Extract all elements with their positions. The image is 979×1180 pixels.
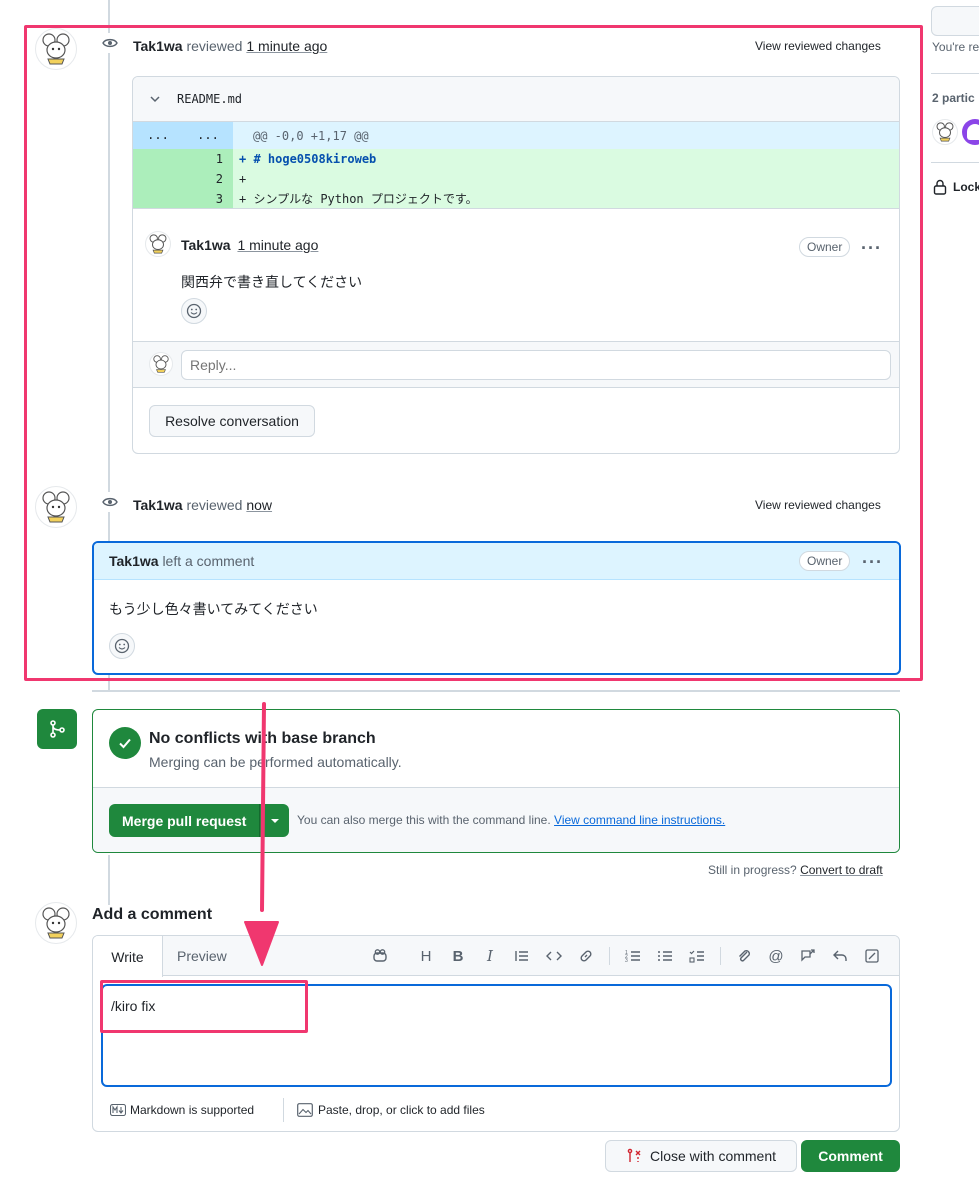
quote-icon[interactable] bbox=[513, 947, 531, 965]
lock-conversation[interactable]: Lock bbox=[933, 179, 979, 195]
participant-avatar[interactable] bbox=[932, 119, 958, 145]
comment-button[interactable]: Comment bbox=[801, 1140, 900, 1172]
toolbar-divider bbox=[609, 947, 610, 965]
avatar[interactable] bbox=[35, 902, 77, 944]
issue-closed-icon bbox=[627, 1148, 641, 1162]
unordered-list-icon[interactable] bbox=[656, 947, 674, 965]
toolbar-divider bbox=[720, 947, 721, 965]
link-icon[interactable] bbox=[577, 947, 595, 965]
copilot-icon[interactable] bbox=[371, 947, 389, 965]
code-icon[interactable] bbox=[545, 947, 563, 965]
image-icon bbox=[297, 1103, 313, 1117]
convert-to-draft-link[interactable]: Convert to draft bbox=[800, 863, 883, 877]
comment-editor: Write Preview H B I 123 @ /kiro fix Mark… bbox=[92, 935, 900, 1132]
command-line-instructions-link[interactable]: View command line instructions. bbox=[554, 813, 725, 827]
heading-icon[interactable]: H bbox=[417, 947, 435, 965]
mention-icon[interactable]: @ bbox=[767, 947, 785, 965]
sidebar-notifications-button[interactable] bbox=[931, 6, 979, 36]
sidebar-reviewing-text: You're re bbox=[932, 40, 979, 54]
editor-toolbar: H B I 123 @ bbox=[371, 947, 881, 965]
footer-divider bbox=[283, 1098, 284, 1122]
mouse-avatar-icon bbox=[42, 907, 70, 939]
paperclip-icon[interactable] bbox=[735, 947, 753, 965]
svg-text:3: 3 bbox=[625, 958, 628, 964]
sidebar-divider bbox=[931, 73, 979, 74]
lock-icon bbox=[933, 179, 947, 195]
editor-footer: Markdown is supported Paste, drop, or cl… bbox=[93, 1096, 899, 1131]
merge-icon bbox=[37, 709, 77, 749]
markdown-icon bbox=[110, 1104, 126, 1116]
editor-header: Write Preview H B I 123 @ bbox=[93, 936, 899, 977]
italic-icon[interactable]: I bbox=[481, 947, 499, 965]
reply-icon[interactable] bbox=[831, 947, 849, 965]
participant-avatar-bot[interactable] bbox=[962, 119, 979, 145]
close-with-comment-button[interactable]: Close with comment bbox=[605, 1140, 797, 1172]
draft-text: Still in progress? bbox=[708, 863, 797, 877]
sidebar-divider bbox=[931, 162, 979, 163]
highlight-box bbox=[24, 25, 923, 681]
markdown-note-label: Markdown is supported bbox=[130, 1103, 255, 1117]
merge-also-text: You can also merge this with the command… bbox=[297, 813, 725, 827]
timeline-divider bbox=[92, 690, 900, 692]
ordered-list-icon[interactable]: 123 bbox=[624, 947, 642, 965]
close-with-comment-label: Close with comment bbox=[649, 1148, 777, 1164]
markdown-note[interactable]: Markdown is supported bbox=[110, 1103, 254, 1117]
merge-also-label: You can also merge this with the command… bbox=[297, 813, 551, 827]
add-files-label: Paste, drop, or click to add files bbox=[318, 1103, 485, 1117]
lock-label: Lock bbox=[953, 180, 979, 194]
ghost-icon bbox=[967, 124, 979, 140]
add-files-note[interactable]: Paste, drop, or click to add files bbox=[297, 1103, 485, 1117]
merge-box: No conflicts with base branch Merging ca… bbox=[92, 709, 900, 853]
tab-write[interactable]: Write bbox=[93, 936, 163, 977]
check-circle-icon bbox=[109, 727, 141, 759]
task-list-icon[interactable] bbox=[688, 947, 706, 965]
bold-icon[interactable]: B bbox=[449, 947, 467, 965]
fullscreen-icon[interactable] bbox=[863, 947, 881, 965]
cross-reference-icon[interactable] bbox=[799, 947, 817, 965]
merge-button-label: Merge pull request bbox=[122, 812, 247, 829]
sidebar-participants: 2 partic bbox=[932, 91, 975, 105]
add-comment-heading: Add a comment bbox=[92, 906, 213, 923]
timeline-line-bottom bbox=[108, 855, 110, 905]
mouse-avatar-icon bbox=[936, 122, 954, 142]
tab-preview[interactable]: Preview bbox=[177, 948, 227, 964]
annotation-arrow bbox=[244, 702, 279, 966]
draft-note: Still in progress? Convert to draft bbox=[708, 863, 883, 877]
highlight-box bbox=[100, 980, 308, 1033]
